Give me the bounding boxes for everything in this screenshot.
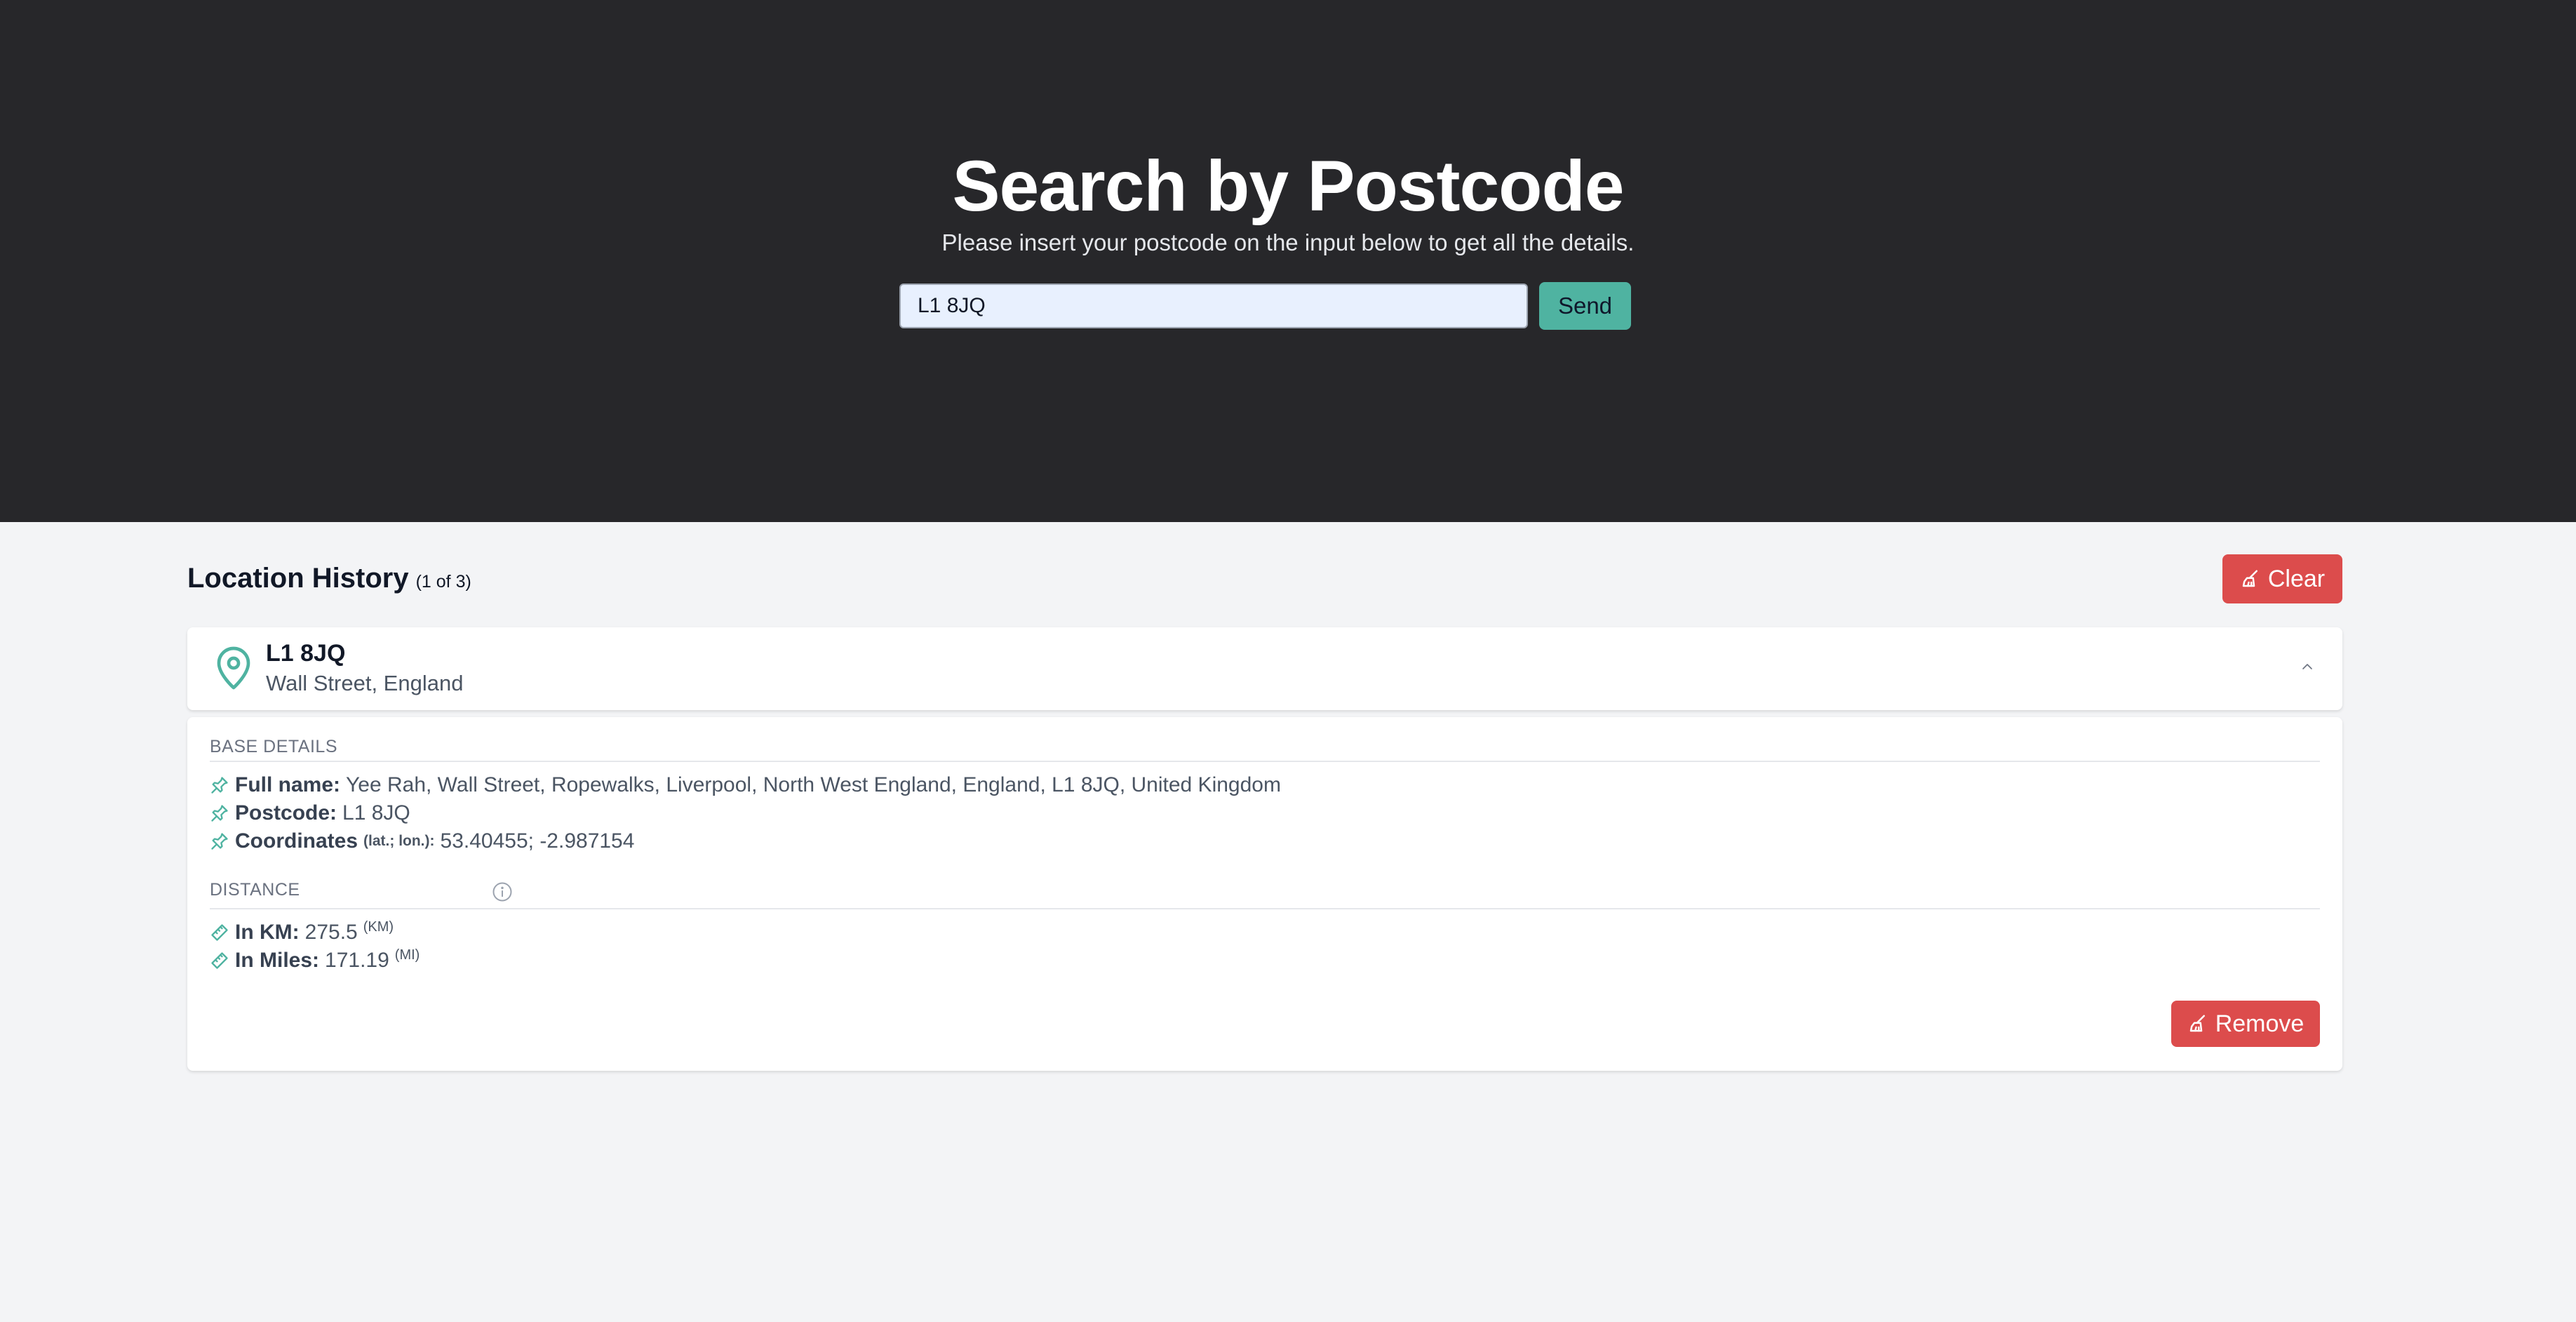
distance-heading: DISTANCE: [210, 880, 300, 900]
chevron-up-icon[interactable]: [2299, 658, 2316, 675]
history-title-text: Location History: [187, 563, 409, 594]
divider: [210, 761, 2320, 762]
ruler-icon: [211, 924, 228, 941]
broom-icon: [2189, 1015, 2205, 1032]
miles-unit: (MI): [394, 947, 420, 963]
clear-button-label: Clear: [2267, 565, 2326, 592]
coordinates-label: Coordinates: [235, 829, 358, 853]
history-header: Location History (1 of 3) Clear: [187, 554, 2342, 605]
page-title: Search by Postcode: [952, 146, 1624, 226]
miles-value: 171.19: [325, 949, 389, 972]
page-subtitle: Please insert your postcode on the input…: [941, 229, 1635, 255]
postcode-row: Postcode: L1 8JQ: [210, 801, 410, 825]
full-name-label: Full name:: [235, 773, 341, 796]
send-button[interactable]: Send: [1539, 282, 1631, 330]
postcode-label: Postcode:: [235, 801, 337, 824]
remove-button-label: Remove: [2215, 1010, 2305, 1037]
location-postcode: L1 8JQ: [266, 640, 346, 667]
remove-location-button[interactable]: Remove: [2171, 1001, 2320, 1047]
distance-km-row: In KM: 275.5 (KM): [210, 919, 394, 944]
distance-miles-row: In Miles: 171.19 (MI): [210, 947, 420, 973]
location-area: Wall Street, England: [266, 671, 464, 695]
km-unit: (KM): [363, 919, 394, 935]
history-count: (1 of 3): [415, 572, 471, 592]
full-name-row: Full name: Yee Rah, Wall Street, Ropewal…: [210, 773, 1281, 797]
divider: [210, 908, 2320, 909]
location-card[interactable]: L1 8JQ Wall Street, England: [187, 627, 2342, 710]
search-form: Send: [899, 282, 1631, 330]
ruler-icon: [211, 952, 228, 969]
clear-history-button[interactable]: Clear: [2222, 554, 2342, 603]
postcode-value: L1 8JQ: [342, 801, 410, 824]
km-label: In KM:: [235, 921, 300, 944]
postcode-input[interactable]: [899, 283, 1528, 328]
coordinates-row: Coordinates (lat.; lon.): 53.40455; -2.9…: [210, 829, 634, 853]
info-icon[interactable]: [492, 881, 513, 902]
history-title: Location History (1 of 3): [187, 563, 471, 594]
miles-label: In Miles:: [235, 949, 320, 972]
full-name-value: Yee Rah, Wall Street, Ropewalks, Liverpo…: [346, 773, 1281, 796]
km-value: 275.5: [304, 921, 358, 944]
coordinates-hint: (lat.; lon.):: [363, 833, 435, 849]
coordinates-value: 53.40455; -2.987154: [440, 829, 635, 853]
hero-section: Search by Postcode Please insert your po…: [0, 0, 2576, 522]
location-details-panel: BASE DETAILS Full name: Yee Rah, Wall St…: [187, 717, 2342, 1071]
pushpin-icon: [211, 833, 228, 850]
pushpin-icon: [211, 805, 228, 822]
pushpin-icon: [211, 777, 228, 794]
broom-icon: [2242, 570, 2258, 587]
map-pin-icon: [217, 646, 250, 690]
base-details-heading: BASE DETAILS: [210, 737, 337, 756]
